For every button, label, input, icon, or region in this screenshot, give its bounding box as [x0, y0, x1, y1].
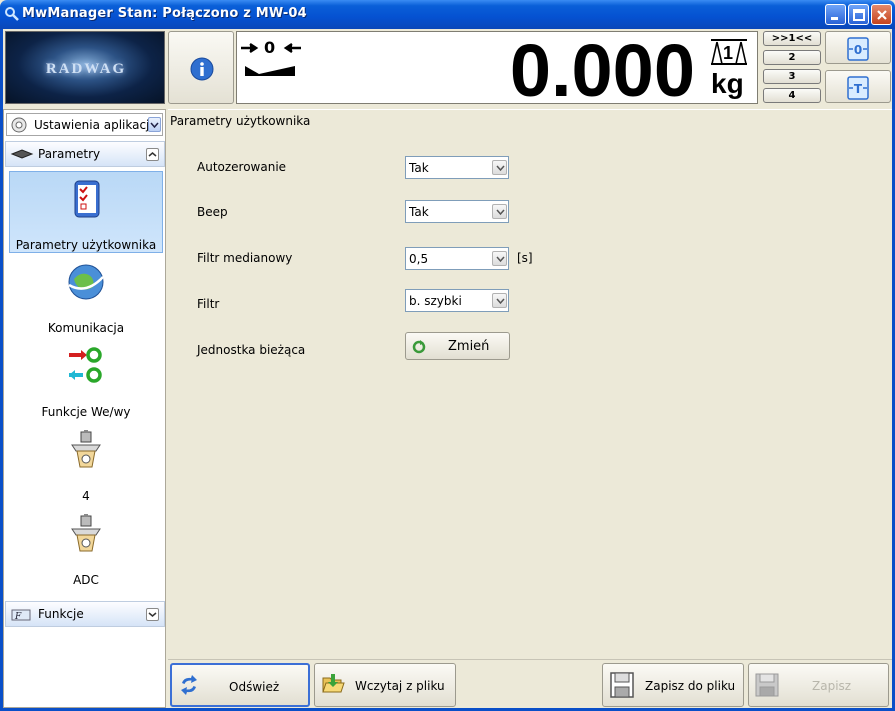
platform-button-1[interactable]: >>1<<: [763, 31, 821, 46]
logo-text: RADWAG: [45, 61, 127, 77]
radwag-logo: RADWAG: [5, 31, 165, 104]
nav-item-label: Parametry użytkownika: [15, 238, 157, 252]
filtr-value: b. szybki: [409, 294, 462, 308]
function-icon: F: [11, 609, 31, 621]
scale-pad-icon: [10, 149, 34, 159]
load-from-file-label: Wczytaj z pliku: [355, 679, 445, 693]
chevron-down-icon[interactable]: [492, 160, 507, 175]
refresh-icon: [181, 675, 197, 695]
io-icon: [69, 347, 102, 383]
bottom-toolbar: Odśwież Wczytaj z pliku Zapisz do pliku …: [168, 659, 892, 708]
autozerowanie-value: Tak: [409, 161, 429, 175]
save-button-label: Zapisz: [812, 679, 852, 693]
gear-icon: [11, 117, 27, 133]
beep-label: Beep: [197, 205, 228, 219]
zero-button[interactable]: 0: [825, 31, 891, 64]
chevron-up-icon[interactable]: [146, 148, 159, 161]
chevron-down-icon[interactable]: [492, 251, 507, 266]
close-button[interactable]: [871, 4, 892, 25]
chevron-down-icon[interactable]: [492, 293, 507, 308]
nav-item-komunikacja[interactable]: Komunikacja: [9, 255, 163, 337]
scale-icon: [71, 430, 101, 468]
beep-select[interactable]: Tak: [405, 200, 509, 223]
group-funkcje-label: Funkcje: [38, 607, 84, 621]
checklist-icon: [74, 180, 100, 218]
navigation-panel: Ustawienia aplikacji Parametry Parametry…: [3, 109, 166, 708]
tare-icon: T: [847, 76, 869, 100]
refresh-button[interactable]: Odśwież: [170, 663, 310, 707]
filtr-select[interactable]: b. szybki: [405, 289, 509, 312]
platform-button-4[interactable]: 4: [763, 88, 821, 103]
nav-item-adc[interactable]: ADC: [9, 507, 163, 589]
filtr-medianowy-unit: [s]: [517, 251, 533, 265]
autozerowanie-label: Autozerowanie: [197, 160, 287, 174]
minimize-button[interactable]: [825, 4, 846, 25]
chevron-down-icon[interactable]: [492, 204, 507, 219]
weight-display: 0 0.000 1 kg: [236, 29, 758, 112]
minimize-icon: [831, 17, 838, 20]
floppy-icon: [610, 672, 634, 698]
autozerowanie-select[interactable]: Tak: [405, 156, 509, 179]
change-unit-label: Zmień: [448, 339, 490, 354]
tare-button[interactable]: T: [825, 70, 891, 103]
settings-combo[interactable]: Ustawienia aplikacji: [6, 113, 163, 136]
load-from-file-button[interactable]: Wczytaj z pliku: [314, 663, 456, 707]
zero-label: 0: [264, 38, 276, 57]
weight-unit: kg: [711, 68, 744, 99]
app-icon: [5, 7, 19, 21]
floppy-icon: [755, 673, 779, 697]
weight-reading: 0.000: [509, 29, 695, 112]
nav-item-label: ADC: [73, 573, 99, 587]
group-header-funkcje[interactable]: F Funkcje: [5, 601, 165, 627]
refresh-icon: [412, 340, 426, 354]
svg-text:0: 0: [854, 43, 862, 57]
close-icon: [877, 10, 887, 20]
window-title: MwManager Stan: Połączono z MW-04: [22, 6, 307, 21]
page-title: Parametry użytkownika: [170, 114, 311, 128]
filtr-medianowy-value: 0,5: [409, 252, 429, 266]
chevron-down-icon[interactable]: [148, 117, 161, 132]
settings-combo-label: Ustawienia aplikacji: [34, 118, 153, 132]
change-unit-button[interactable]: Zmień: [405, 332, 510, 360]
info-button[interactable]: [168, 31, 234, 104]
group-parametry-label: Parametry: [38, 147, 101, 161]
svg-text:F: F: [14, 612, 22, 621]
scale-icon: [71, 514, 101, 552]
jednostka-biezaca-label: Jednostka bieżąca: [197, 343, 306, 357]
nav-item-label: Funkcje We/wy: [41, 405, 131, 419]
save-to-file-button[interactable]: Zapisz do pliku: [602, 663, 744, 707]
filtr-label: Filtr: [197, 297, 220, 311]
platform-button-3[interactable]: 3: [763, 69, 821, 84]
platform-number: 1: [723, 43, 734, 63]
refresh-button-label: Odśwież: [229, 680, 280, 694]
nav-item-label: 4: [82, 489, 90, 503]
filtr-medianowy-label: Filtr medianowy: [197, 251, 293, 265]
info-icon: [190, 57, 214, 81]
beep-value: Tak: [409, 205, 429, 219]
platform-button-2[interactable]: 2: [763, 50, 821, 65]
maximize-icon: [853, 9, 865, 21]
save-to-file-label: Zapisz do pliku: [645, 679, 736, 693]
nav-item-parametry-uzytkownika[interactable]: Parametry użytkownika: [9, 171, 163, 253]
nav-item-4[interactable]: 4: [9, 423, 163, 505]
folder-open-icon: [322, 674, 345, 693]
title-bar[interactable]: MwManager Stan: Połączono z MW-04: [0, 0, 895, 29]
svg-text:T: T: [854, 82, 863, 96]
nav-item-label: Komunikacja: [47, 321, 125, 335]
save-button[interactable]: Zapisz: [748, 663, 889, 707]
nav-item-funkcje-we-wy[interactable]: Funkcje We/wy: [9, 339, 163, 421]
zero-icon: 0: [847, 37, 869, 61]
filtr-medianowy-select[interactable]: 0,5: [405, 247, 509, 270]
parameters-panel: Parametry użytkownika Autozerowanie Tak …: [168, 109, 892, 659]
globe-icon: [68, 264, 104, 300]
chevron-down-icon[interactable]: [146, 608, 159, 621]
group-header-parametry[interactable]: Parametry: [5, 141, 165, 167]
maximize-button[interactable]: [848, 4, 869, 25]
